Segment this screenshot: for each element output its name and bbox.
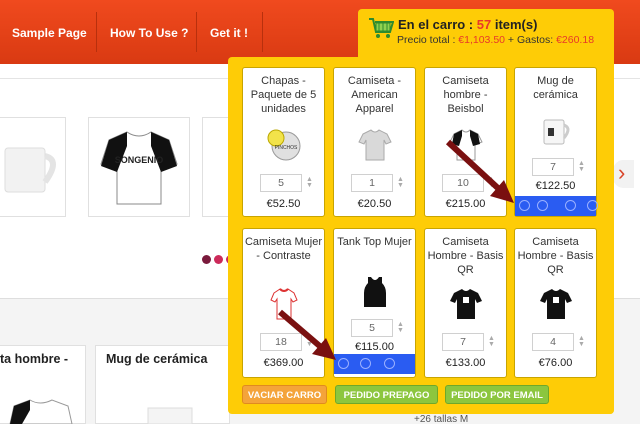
arrow-shaft — [445, 139, 503, 193]
arrow-shaft — [278, 309, 324, 351]
empty-cart-button[interactable]: VACIAR CARRO — [242, 385, 327, 404]
email-order-button[interactable]: PEDIDO POR EMAIL — [445, 385, 549, 404]
prepaid-order-button[interactable]: PEDIDO PREPAGO — [335, 385, 438, 404]
annotation-arrows — [278, 139, 514, 360]
